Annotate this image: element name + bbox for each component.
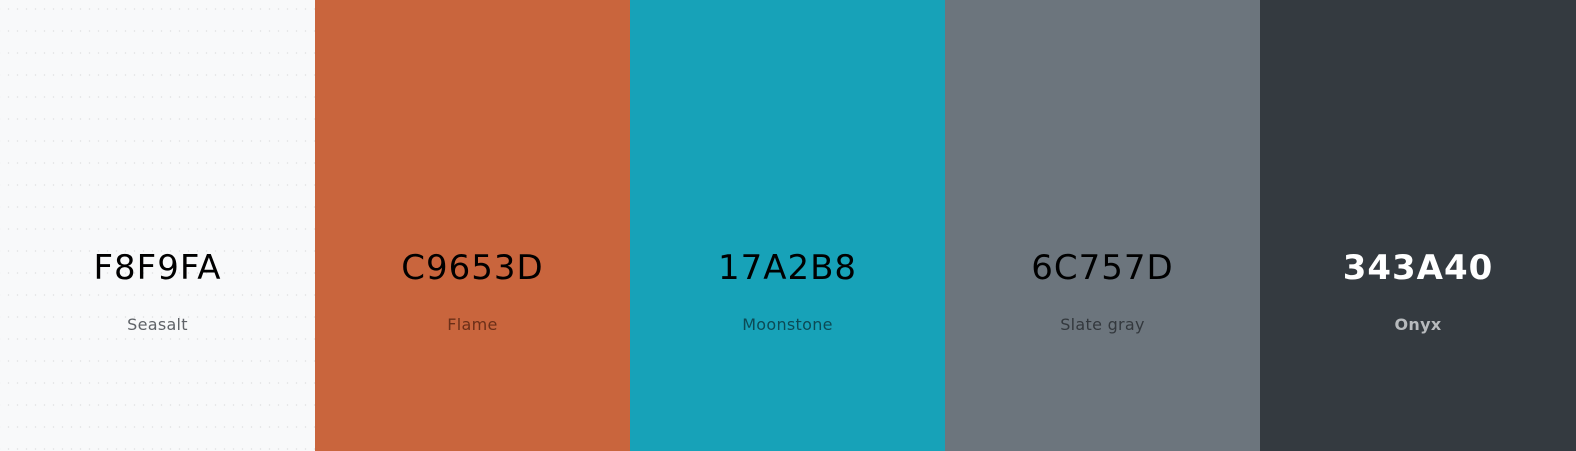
swatch-hex-code: 343A40 <box>1342 248 1494 288</box>
swatch-hex-code: F8F9FA <box>93 248 222 288</box>
swatch-color-name: Onyx <box>1394 315 1442 334</box>
swatch-color-name: Flame <box>447 315 498 334</box>
swatch-flame[interactable]: C9653D Flame <box>315 0 630 451</box>
dot-pattern <box>0 0 315 451</box>
color-palette: F8F9FA Seasalt C9653D Flame 17A2B8 Moons… <box>0 0 1576 451</box>
swatch-seasalt[interactable]: F8F9FA Seasalt <box>0 0 315 451</box>
swatch-color-name: Slate gray <box>1060 315 1145 334</box>
swatch-hex-code: 17A2B8 <box>717 248 858 288</box>
swatch-color-name: Seasalt <box>127 315 188 334</box>
swatch-color-name: Moonstone <box>742 315 833 334</box>
swatch-hex-code: 6C757D <box>1031 248 1174 288</box>
swatch-hex-code: C9653D <box>401 248 544 288</box>
swatch-moonstone[interactable]: 17A2B8 Moonstone <box>630 0 945 451</box>
swatch-slate-gray[interactable]: 6C757D Slate gray <box>945 0 1260 451</box>
swatch-onyx[interactable]: 343A40 Onyx <box>1260 0 1576 451</box>
